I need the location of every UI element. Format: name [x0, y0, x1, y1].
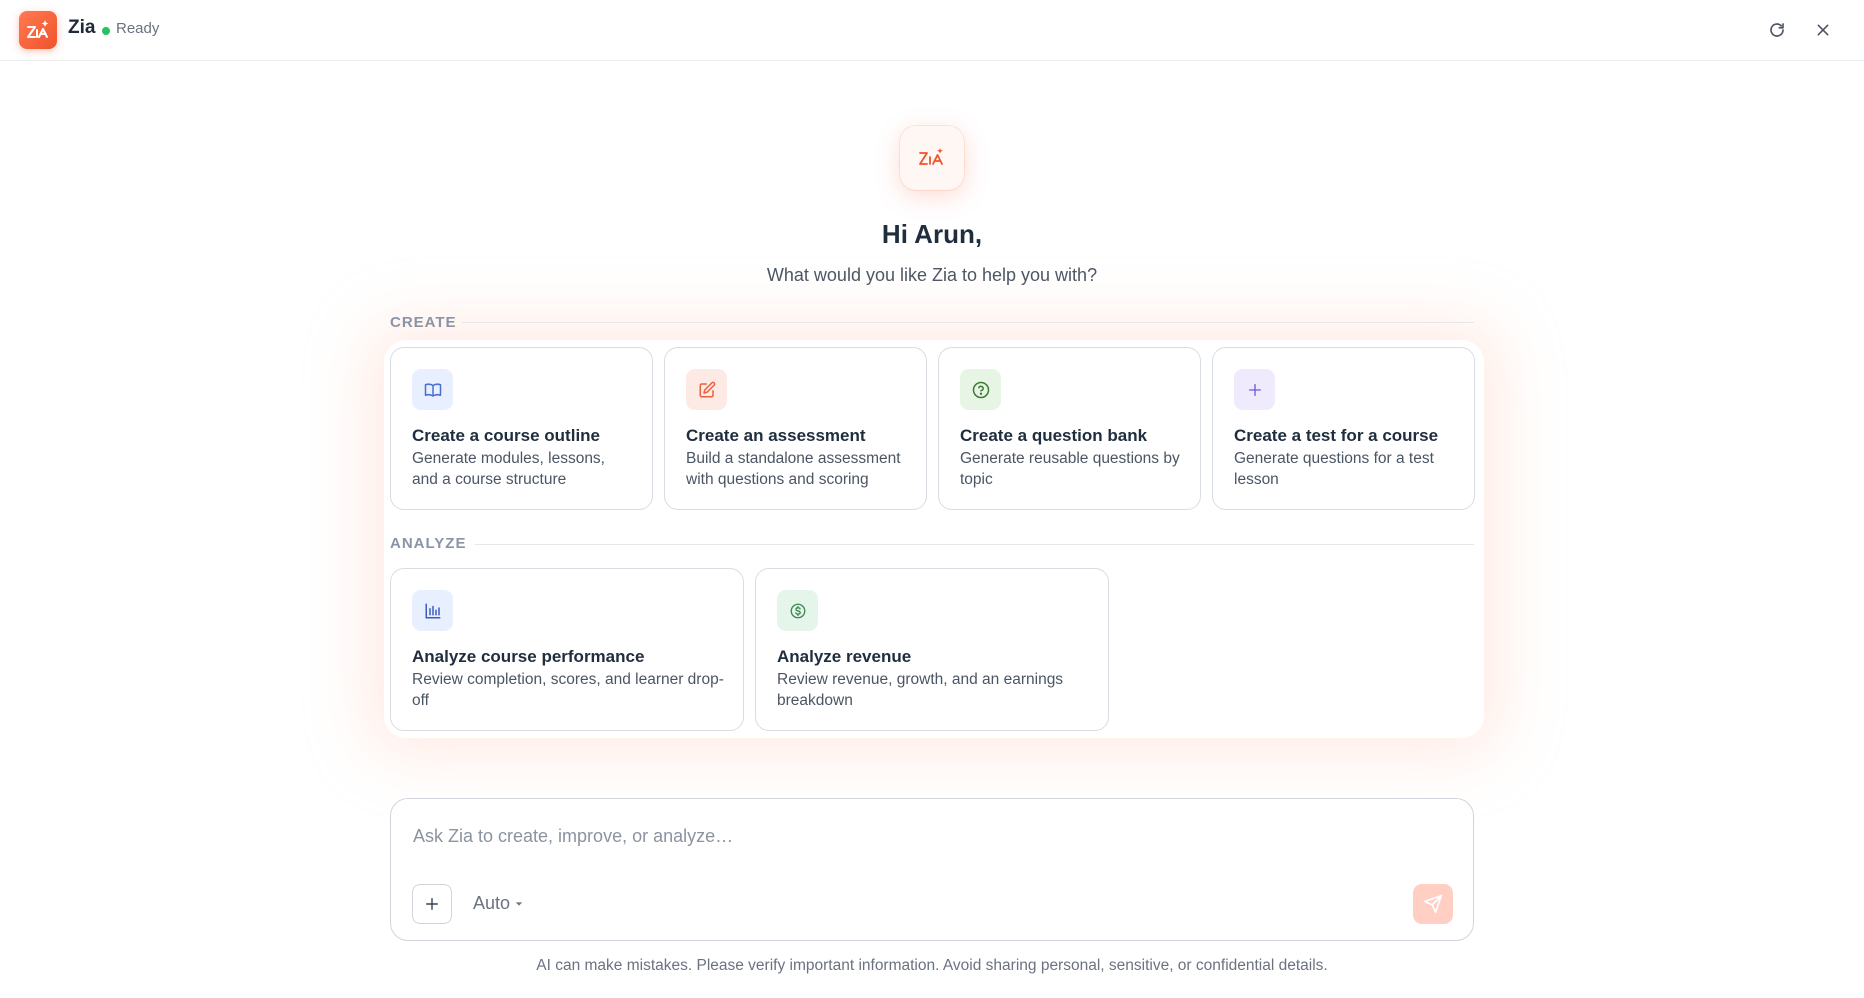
card-description: Review completion, scores, and learner d… — [412, 671, 724, 709]
plus-icon — [426, 898, 438, 910]
card-title: Analyze course performance — [412, 647, 645, 666]
model-selector-label: Auto — [473, 893, 511, 913]
header-bar: Zia Ready — [0, 0, 1864, 61]
status-indicator — [102, 27, 110, 35]
card-create-course-outline[interactable]: Create a course outline Generate modules… — [390, 347, 653, 510]
model-selector[interactable]: Auto — [473, 893, 523, 914]
chat-composer: Auto — [390, 798, 1474, 941]
chat-input[interactable] — [413, 819, 1413, 853]
status-label: Ready — [116, 20, 160, 37]
card-create-question-bank[interactable]: Create a question bank Generate reusable… — [938, 347, 1201, 510]
question-circle-icon — [960, 369, 1001, 410]
zia-logo-icon — [19, 11, 57, 49]
card-title: Create a question bank — [960, 426, 1148, 445]
card-description: Review revenue, growth, and an earnings … — [777, 671, 1064, 709]
app-name: Zia — [68, 17, 96, 38]
bar-chart-icon — [412, 590, 453, 631]
card-create-assessment[interactable]: Create an assessment Build a standalone … — [664, 347, 927, 510]
card-description: Generate questions for a test lesson — [1234, 450, 1434, 488]
refresh-button[interactable] — [1763, 16, 1791, 44]
send-button[interactable] — [1413, 884, 1453, 924]
refresh-icon — [1770, 23, 1784, 37]
plus-icon — [1234, 369, 1275, 410]
section-divider — [462, 322, 1474, 323]
section-label-create: CREATE — [390, 314, 457, 331]
greeting-subtitle: What would you like Zia to help you with… — [766, 265, 1098, 285]
attach-button[interactable] — [412, 884, 452, 924]
card-title: Analyze revenue — [777, 647, 912, 666]
send-icon — [1423, 894, 1443, 914]
edit-icon — [686, 369, 727, 410]
card-title: Create an assessment — [686, 426, 866, 445]
section-label-analyze: ANALYZE — [390, 535, 467, 552]
section-divider — [475, 544, 1474, 545]
zia-hero-logo-icon — [900, 126, 964, 190]
book-open-icon — [412, 369, 453, 410]
greeting-title: Hi Arun, — [881, 219, 983, 249]
card-description: Generate modules, lessons, and a course … — [412, 450, 605, 488]
card-description: Build a standalone assessment with quest… — [686, 450, 901, 488]
zia-assistant-window: Zia Ready Hi Arun, What would you like Z… — [0, 0, 1864, 998]
ai-disclaimer: AI can make mistakes. Please verify impo… — [536, 957, 1328, 974]
dollar-circle-icon — [777, 590, 818, 631]
card-title: Create a test for a course — [1234, 426, 1439, 445]
card-analyze-revenue[interactable]: Analyze revenue Review revenue, growth, … — [755, 568, 1109, 731]
close-button[interactable] — [1809, 16, 1837, 44]
card-create-test-for-course[interactable]: Create a test for a course Generate ques… — [1212, 347, 1475, 510]
card-title: Create a course outline — [412, 426, 601, 445]
card-description: Generate reusable questions by topic — [960, 450, 1180, 488]
card-analyze-course-performance[interactable]: Analyze course performance Review comple… — [390, 568, 744, 731]
caret-down-icon — [515, 901, 523, 906]
close-icon — [1817, 24, 1829, 36]
